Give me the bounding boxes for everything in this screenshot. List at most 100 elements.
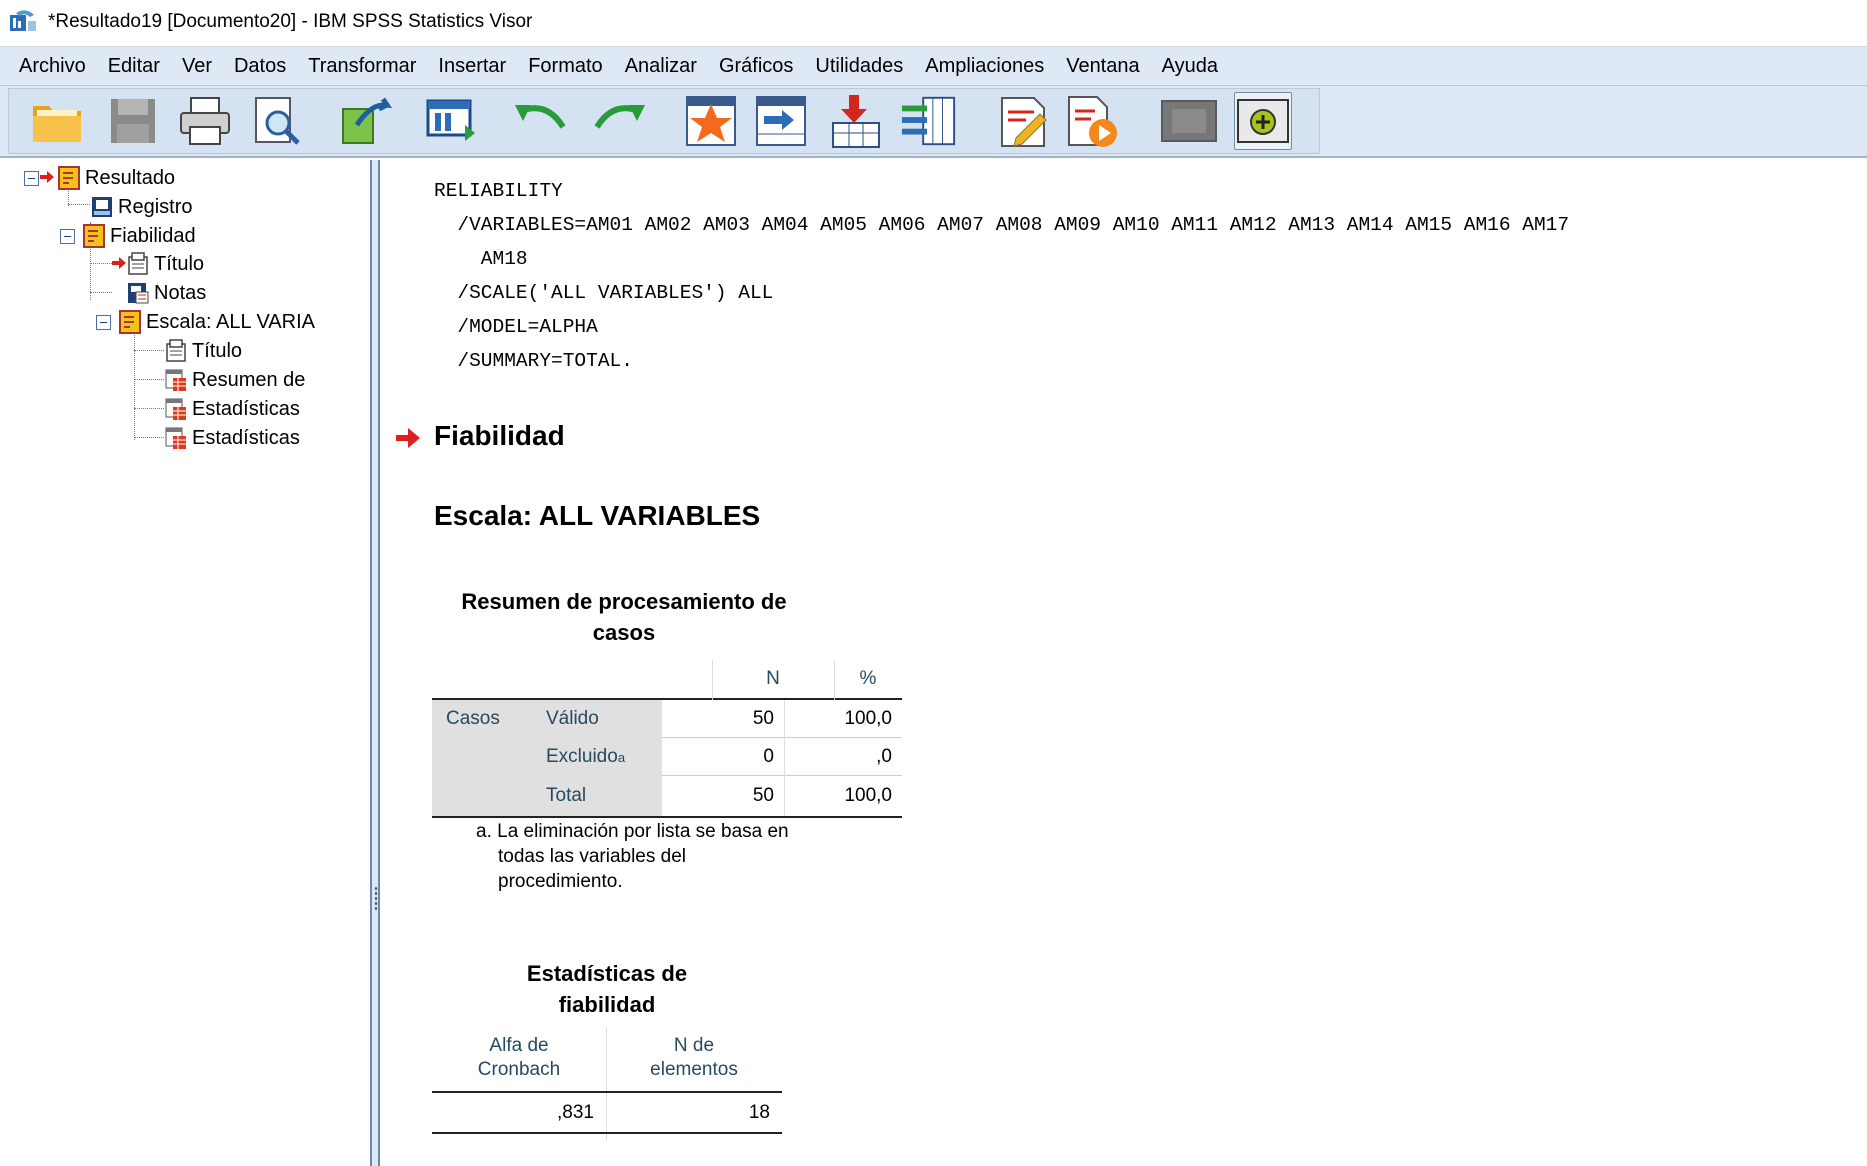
- notes-icon: [126, 281, 150, 305]
- menu-insertar[interactable]: Insertar: [427, 47, 517, 85]
- tree-label: Resultado: [85, 166, 176, 189]
- menu-analizar[interactable]: Analizar: [614, 47, 708, 85]
- menu-ver[interactable]: Ver: [171, 47, 223, 85]
- menu-utilidades[interactable]: Utilidades: [804, 47, 914, 85]
- reliability-title-line: fiabilidad: [558, 992, 656, 1017]
- hide-icon[interactable]: [1160, 92, 1218, 150]
- cell-excluido-n: 0: [763, 746, 774, 767]
- column-header-n-elementos: N de elementos: [606, 1028, 782, 1088]
- case-summary-title[interactable]: Resumen de procesamiento de casos: [444, 586, 804, 648]
- open-icon[interactable]: [28, 92, 86, 150]
- syntax-line: /MODEL=ALPHA: [434, 316, 598, 338]
- table-icon: [164, 368, 188, 392]
- syntax-block[interactable]: RELIABILITY /VARIABLES=AM01 AM02 AM03 AM…: [434, 174, 1569, 378]
- column-header-pct: %: [859, 668, 877, 689]
- reliability-table[interactable]: Alfa de Cronbach N de elementos ,831 18: [432, 1028, 782, 1140]
- row-label-total: Total: [546, 776, 662, 816]
- cell-total-pct: 100,0: [844, 785, 892, 806]
- tree-item-resumen[interactable]: Resumen de: [164, 366, 305, 394]
- header-line: Alfa de: [489, 1035, 549, 1056]
- tree-item-notas[interactable]: Notas: [126, 279, 206, 307]
- menu-editar[interactable]: Editar: [97, 47, 171, 85]
- outline-pane: Resultado Registro Fiabilidad Título Not…: [8, 160, 372, 1166]
- case-summary-title-line: Resumen de procesamiento de: [461, 589, 787, 614]
- case-summary-title-line: casos: [592, 620, 656, 645]
- book-icon: [82, 224, 106, 248]
- tree-item-escala[interactable]: Escala: ALL VARIA: [96, 308, 315, 336]
- tree-label: Escala: ALL VARIA: [146, 310, 315, 333]
- column-header-alfa: Alfa de Cronbach: [432, 1028, 606, 1088]
- menu-formato[interactable]: Formato: [517, 47, 613, 85]
- menu-graficos[interactable]: Gráficos: [708, 47, 804, 85]
- reliability-title[interactable]: Estadísticas de fiabilidad: [432, 958, 782, 1020]
- table-rule: [432, 1091, 782, 1093]
- splitter-grip-icon[interactable]: [374, 886, 378, 912]
- save-icon[interactable]: [104, 92, 162, 150]
- tree-label: Estadísticas: [192, 426, 300, 449]
- tree-line: [134, 322, 135, 440]
- menu-ayuda[interactable]: Ayuda: [1151, 47, 1229, 85]
- menu-bar: Archivo Editar Ver Datos Transformar Ins…: [0, 46, 1867, 86]
- table-rule: [432, 1132, 782, 1134]
- book-icon: [57, 166, 81, 190]
- cell-valido-n: 50: [752, 708, 774, 729]
- menu-datos[interactable]: Datos: [223, 47, 297, 85]
- column-header-n: N: [766, 668, 780, 689]
- syntax-line: /SCALE('ALL VARIABLES') ALL: [434, 282, 774, 304]
- footnote-marker: a: [617, 749, 626, 765]
- export-icon[interactable]: [336, 92, 394, 150]
- collapse-icon[interactable]: [96, 314, 111, 330]
- tree-label: Fiabilidad: [110, 224, 196, 247]
- run-script-icon[interactable]: [1064, 92, 1122, 150]
- redo-icon[interactable]: [590, 92, 648, 150]
- menu-transformar[interactable]: Transformar: [297, 47, 427, 85]
- goto-variable-icon[interactable]: [752, 92, 810, 150]
- tree-item-resultado[interactable]: Resultado: [24, 164, 175, 192]
- menu-ampliaciones[interactable]: Ampliaciones: [914, 47, 1055, 85]
- tree-label: Título: [154, 252, 205, 275]
- goto-data-icon[interactable]: [424, 92, 482, 150]
- tree-item-estadisticas-1[interactable]: Estadísticas: [164, 395, 300, 423]
- collapse-icon[interactable]: [24, 170, 39, 186]
- tree-label: Registro: [118, 195, 193, 218]
- insert-variable-icon[interactable]: [900, 92, 958, 150]
- scale-heading[interactable]: Escala: ALL VARIABLES: [434, 500, 760, 532]
- tree-label: Título: [192, 339, 243, 362]
- tree-line: [90, 292, 112, 293]
- case-summary-table[interactable]: N % Casos Válido Excluido a Total 50 100,…: [432, 660, 902, 842]
- insert-cases-icon[interactable]: [826, 92, 884, 150]
- tree-line: [90, 263, 112, 264]
- tree-item-titulo[interactable]: Título: [112, 250, 204, 278]
- tree-item-fiabilidad[interactable]: Fiabilidad: [60, 222, 196, 250]
- window-title: *Resultado19 [Documento20] - IBM SPSS St…: [48, 11, 533, 32]
- tree-item-registro[interactable]: Registro: [90, 193, 192, 221]
- tree-item-estadisticas-2[interactable]: Estadísticas: [164, 424, 300, 452]
- tree-line: [134, 437, 164, 438]
- row-label-text: Excluido: [546, 746, 618, 767]
- tree-label: Resumen de: [192, 368, 306, 391]
- pane-splitter[interactable]: [372, 160, 380, 1166]
- current-item-arrow-icon: [40, 167, 54, 190]
- reliability-title-line: Estadísticas de: [526, 961, 688, 986]
- goto-case-icon[interactable]: [682, 92, 740, 150]
- menu-archivo[interactable]: Archivo: [8, 47, 97, 85]
- print-icon[interactable]: [176, 92, 234, 150]
- title-icon: [126, 252, 150, 276]
- undo-icon[interactable]: [512, 92, 570, 150]
- row-group-casos: Casos: [432, 700, 546, 816]
- log-icon: [90, 195, 114, 219]
- designate-window-icon[interactable]: [994, 92, 1052, 150]
- syntax-line: /VARIABLES=AM01 AM02 AM03 AM04 AM05 AM06…: [434, 214, 1570, 236]
- tree-item-escala-titulo[interactable]: Título: [164, 337, 242, 365]
- cell-alfa: ,831: [557, 1102, 594, 1123]
- book-icon: [118, 310, 142, 334]
- title-icon: [164, 339, 188, 363]
- tree-line: [68, 204, 90, 205]
- menu-ventana[interactable]: Ventana: [1055, 47, 1150, 85]
- collapse-icon[interactable]: [60, 228, 75, 244]
- row-label-excluido: Excluido a: [546, 738, 662, 776]
- add-icon[interactable]: [1234, 92, 1292, 150]
- output-heading[interactable]: Fiabilidad: [434, 420, 565, 452]
- print-preview-icon[interactable]: [248, 92, 306, 150]
- syntax-line: AM18: [434, 248, 528, 270]
